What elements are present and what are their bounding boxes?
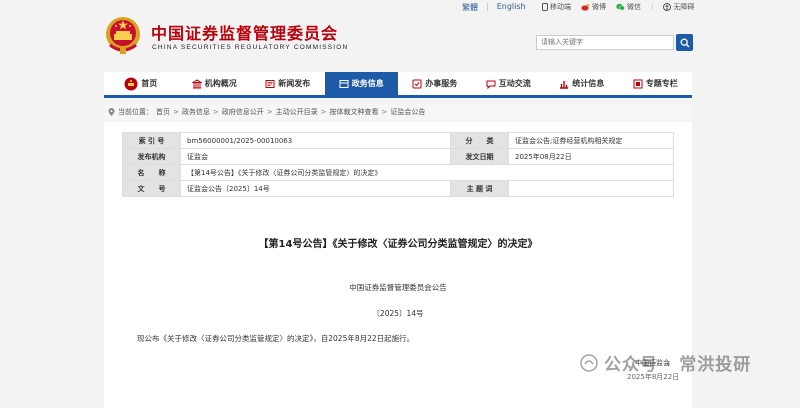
location-pin-icon — [108, 108, 115, 116]
category-label: 分 类 — [450, 132, 509, 149]
breadcrumb-item[interactable]: 政府信息公开 — [222, 107, 264, 117]
breadcrumb-separator: > — [173, 108, 179, 116]
date-label: 发文日期 — [450, 148, 509, 165]
building-icon — [191, 78, 202, 88]
breadcrumb-separator: > — [266, 108, 273, 116]
language-links: 繁體 | English — [462, 2, 526, 13]
document-meta-table: 索 引 号 bm56000001/2025-00010063 分 类 证监会公告… — [122, 132, 674, 197]
national-emblem-logo[interactable] — [104, 15, 142, 55]
document-title: 【第14号公告】《关于修改〈证券公司分类监管规定〉的决定》 — [258, 239, 538, 250]
topic-value — [508, 180, 674, 197]
site-subtitle: CHINA SECURITIES REGULATORY COMMISSION — [152, 44, 349, 51]
name-value: 【第14号公告】《关于修改〈证券公司分类监管规定〉的决定》 — [180, 164, 674, 181]
index-label: 索 引 号 — [122, 132, 181, 149]
breadcrumb-item[interactable]: 证监会公告 — [390, 107, 425, 117]
nav-item-about[interactable]: 机构概况 — [178, 72, 252, 95]
search-box — [536, 35, 674, 50]
issuer-label: 发布机构 — [122, 148, 181, 165]
watermark-text: 公众号 · 常洪投研 — [604, 355, 752, 375]
date-value: 2025年08月22日 — [508, 148, 674, 165]
table-row: 索 引 号 bm56000001/2025-00010063 分 类 证监会公告… — [122, 132, 674, 149]
category-value: 证监会公告;证券经营机构相关规定 — [508, 132, 674, 149]
divider: | — [486, 2, 489, 11]
breadcrumb-prefix: 当前位置： — [118, 108, 153, 116]
chat-icon — [486, 80, 496, 89]
breadcrumb-separator: > — [320, 108, 327, 116]
nav-item-gov-info[interactable]: 政务信息 — [324, 72, 398, 95]
docno-value: 证监会公告〔2025〕14号 — [180, 180, 451, 197]
nav-item-stats[interactable]: 统计信息 — [545, 72, 619, 95]
accessibility-icon — [663, 3, 672, 11]
news-icon — [265, 79, 275, 88]
nav-item-interact[interactable]: 互动交流 — [472, 72, 546, 95]
breadcrumb-item[interactable]: 政务信息 — [182, 107, 210, 117]
table-row: 文 号 证监会公告〔2025〕14号 主 题 词 — [122, 180, 674, 197]
weibo-icon — [581, 3, 590, 11]
wechat-link[interactable]: 微信 — [616, 2, 641, 12]
accessibility-link[interactable]: 无障碍 — [663, 2, 694, 12]
breadcrumb-separator: > — [212, 108, 219, 116]
home-emblem-icon — [124, 77, 138, 90]
service-icon — [412, 79, 422, 88]
nav-item-home[interactable]: 首页 — [104, 72, 178, 95]
index-value: bm56000001/2025-00010063 — [180, 132, 451, 149]
mobile-link[interactable]: 移动端 — [542, 2, 571, 12]
lang-english-link[interactable]: English — [497, 2, 526, 13]
topic-label: 主 题 词 — [450, 180, 509, 197]
weibo-link[interactable]: 微博 — [581, 2, 606, 12]
issuer-value: 证监会 — [180, 148, 451, 165]
gov-info-icon — [339, 79, 349, 88]
toolbar-links: 移动端 微博 微信 | 无障碍 — [542, 2, 694, 12]
divider: | — [651, 3, 654, 11]
site-title: 中国证券监督管理委员会 — [151, 24, 339, 43]
watermark: 公众号 · 常洪投研 — [580, 350, 751, 375]
nav-item-service[interactable]: 办事服务 — [398, 72, 472, 95]
main-nav: 首页 机构概况 新闻发布 政务信息 办事服务 互动交流 统计信息 专题专栏 — [104, 72, 692, 98]
nav-item-news[interactable]: 新闻发布 — [251, 72, 325, 95]
document-number: 〔2025〕14号 — [372, 309, 424, 318]
mobile-icon — [542, 3, 548, 11]
docno-label: 文 号 — [122, 180, 181, 197]
name-label: 名 称 — [122, 164, 181, 181]
breadcrumb-separator: > — [381, 108, 388, 116]
table-row: 发布机构 证监会 发文日期 2025年08月22日 — [122, 148, 674, 165]
table-row: 名 称 【第14号公告】《关于修改〈证券公司分类监管规定〉的决定》 — [122, 164, 674, 181]
topic-icon — [633, 79, 643, 88]
stats-icon — [560, 80, 569, 89]
top-bar: 繁體 | English 移动端 微博 微信 | 无障碍 — [0, 0, 800, 14]
document-body: 现公布《关于修改〈证券公司分类监管规定〉的决定》，自2025年8月22日起施行。 — [137, 334, 415, 343]
search-icon — [680, 38, 689, 47]
lang-traditional-link[interactable]: 繁體 — [462, 2, 478, 13]
wechat-icon — [616, 3, 625, 11]
nav-item-topics[interactable]: 专题专栏 — [619, 72, 693, 95]
breadcrumb-item[interactable]: 按体裁文种查看 — [330, 107, 379, 117]
breadcrumb: 当前位置： 首页 > 政务信息 > 政府信息公开 > 主动公开目录 > 按体裁文… — [104, 104, 692, 120]
breadcrumb-item[interactable]: 首页 — [156, 107, 170, 117]
search-input[interactable] — [541, 38, 669, 46]
wechat-official-account-icon — [580, 353, 598, 372]
document-issuer-line: 中国证券监督管理委员会公告 — [349, 283, 447, 292]
search-button[interactable] — [676, 34, 693, 51]
breadcrumb-item[interactable]: 主动公开目录 — [276, 107, 318, 117]
